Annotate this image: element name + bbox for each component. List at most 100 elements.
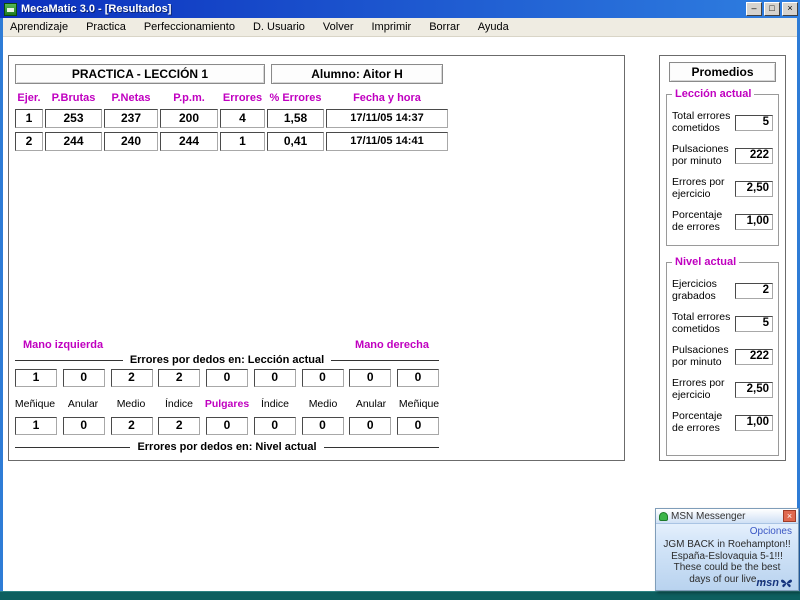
- finger-error-value: 0: [397, 369, 439, 387]
- group-title: Lección actual: [672, 88, 754, 100]
- table-cell: 244: [160, 132, 218, 151]
- menu-imprimir[interactable]: Imprimir: [363, 19, 421, 36]
- student-name: Alumno: Aitor H: [271, 64, 443, 84]
- finger-label: Anular: [60, 398, 106, 410]
- messenger-person-icon: [659, 512, 668, 521]
- stat-row: Total errores cometidos 5: [672, 111, 773, 134]
- table-cell: 0,41: [267, 132, 324, 151]
- close-button[interactable]: ×: [782, 2, 798, 16]
- stat-value: 5: [735, 115, 773, 131]
- table-cell: 17/11/05 14:37: [326, 109, 448, 128]
- finger-label: Índice: [252, 398, 298, 410]
- table-cell: 237: [104, 109, 158, 128]
- stat-label: Errores por ejercicio: [672, 378, 734, 401]
- msn-close-button[interactable]: ×: [783, 510, 796, 522]
- finger-label: Meñique: [396, 398, 442, 410]
- stat-row: Pulsaciones por minuto 222: [672, 144, 773, 167]
- finger-error-value: 0: [302, 417, 344, 435]
- finger-label: Anular: [348, 398, 394, 410]
- stat-value: 222: [735, 349, 773, 365]
- stat-row: Porcentaje de errores 1,00: [672, 210, 773, 233]
- stat-value: 1,00: [735, 415, 773, 431]
- table-cell: 240: [104, 132, 158, 151]
- divider-line: [324, 447, 439, 448]
- stat-label: Porcentaje de errores: [672, 411, 734, 434]
- stat-value: 5: [735, 316, 773, 332]
- finger-error-value: 2: [158, 417, 200, 435]
- taskbar[interactable]: [0, 591, 800, 600]
- finger-error-value: 0: [206, 369, 248, 387]
- finger-error-value: 1: [15, 417, 57, 435]
- finger-error-value: 0: [349, 417, 391, 435]
- finger-errors-lesson: 1 0 2 2 0 0 0 0 0: [15, 369, 439, 387]
- msn-opciones-link[interactable]: Opciones: [750, 526, 792, 537]
- menu-borrar[interactable]: Borrar: [420, 19, 469, 36]
- finger-errors-level: 1 0 2 2 0 0 0 0 0: [15, 417, 439, 435]
- stat-row: Ejercicios grabados 2: [672, 279, 773, 302]
- finger-label-pulgares: Pulgares: [204, 398, 250, 410]
- table-row: 1 253 237 200 4 1,58 17/11/05 14:37: [15, 109, 450, 128]
- table-cell: 200: [160, 109, 218, 128]
- finger-error-value: 2: [111, 417, 153, 435]
- table-cell: 253: [45, 109, 102, 128]
- finger-labels: Meñique Anular Medio Índice Pulgares Índ…: [12, 398, 442, 410]
- table-cell: 2: [15, 132, 43, 151]
- menu-practica[interactable]: Practica: [77, 19, 135, 36]
- stat-row: Errores por ejercicio 2,50: [672, 177, 773, 200]
- session-title: PRACTICA - LECCIÓN 1: [15, 64, 265, 84]
- msn-logo-text: msn: [756, 577, 779, 589]
- level-errors-caption: Errores por dedos en: Nivel actual: [15, 441, 439, 453]
- stat-label: Errores por ejercicio: [672, 177, 734, 200]
- msn-butterfly-icon: [780, 578, 793, 589]
- menu-volver[interactable]: Volver: [314, 19, 363, 36]
- window-border-left: [0, 18, 3, 591]
- finger-error-value: 0: [63, 417, 105, 435]
- column-header-fecha: Fecha y hora: [326, 92, 448, 104]
- column-header-ejer: Ejer.: [15, 92, 43, 104]
- msn-titlebar: MSN Messenger ×: [656, 509, 798, 524]
- titlebar: MecaMatic 3.0 - [Resultados] – □ ×: [0, 0, 800, 18]
- hands-labels: Mano izquierda Mano derecha: [15, 339, 439, 351]
- menu-ayuda[interactable]: Ayuda: [469, 19, 518, 36]
- group-nivel-actual: Nivel actual Ejercicios grabados 2 Total…: [666, 262, 779, 456]
- finger-error-value: 2: [111, 369, 153, 387]
- msn-messenger-popup: MSN Messenger × Opciones JGM BACK in Roe…: [655, 508, 799, 591]
- stat-label: Total errores cometidos: [672, 312, 734, 335]
- lesson-errors-caption: Errores por dedos en: Lección actual: [15, 354, 439, 366]
- stat-label: Pulsaciones por minuto: [672, 144, 734, 167]
- stat-value: 2,50: [735, 382, 773, 398]
- stat-value: 1,00: [735, 214, 773, 230]
- stat-label: Pulsaciones por minuto: [672, 345, 734, 368]
- msn-popup-title: MSN Messenger: [671, 511, 783, 522]
- stat-row: Errores por ejercicio 2,50: [672, 378, 773, 401]
- stat-value: 2: [735, 283, 773, 299]
- column-header-pct-errores: % Errores: [267, 92, 324, 104]
- finger-error-value: 0: [254, 369, 296, 387]
- stat-label: Ejercicios grabados: [672, 279, 734, 302]
- msn-logo: msn: [756, 577, 793, 589]
- menu-perfeccionamiento[interactable]: Perfeccionamiento: [135, 19, 244, 36]
- group-leccion-actual: Lección actual Total errores cometidos 5…: [666, 94, 779, 246]
- caption-text: Errores por dedos en: Nivel actual: [130, 441, 323, 453]
- promedios-title: Promedios: [669, 62, 776, 82]
- menu-d-usuario[interactable]: D. Usuario: [244, 19, 314, 36]
- stat-row: Porcentaje de errores 1,00: [672, 411, 773, 434]
- menu-aprendizaje[interactable]: Aprendizaje: [1, 19, 77, 36]
- promedios-panel: Promedios Lección actual Total errores c…: [659, 55, 786, 461]
- menu-bar: Aprendizaje Practica Perfeccionamiento D…: [0, 18, 800, 37]
- divider-line: [331, 360, 439, 361]
- finger-error-value: 0: [302, 369, 344, 387]
- table-cell: 1: [220, 132, 265, 151]
- window-title: MecaMatic 3.0 - [Resultados]: [21, 3, 744, 15]
- stat-row: Pulsaciones por minuto 222: [672, 345, 773, 368]
- finger-error-value: 0: [397, 417, 439, 435]
- finger-error-value: 2: [158, 369, 200, 387]
- finger-error-value: 0: [254, 417, 296, 435]
- divider-line: [15, 360, 123, 361]
- column-header-pnetas: P.Netas: [104, 92, 158, 104]
- table-cell: 1,58: [267, 109, 324, 128]
- stat-label: Total errores cometidos: [672, 111, 734, 134]
- minimize-button[interactable]: –: [746, 2, 762, 16]
- maximize-button[interactable]: □: [764, 2, 780, 16]
- finger-label: Meñique: [12, 398, 58, 410]
